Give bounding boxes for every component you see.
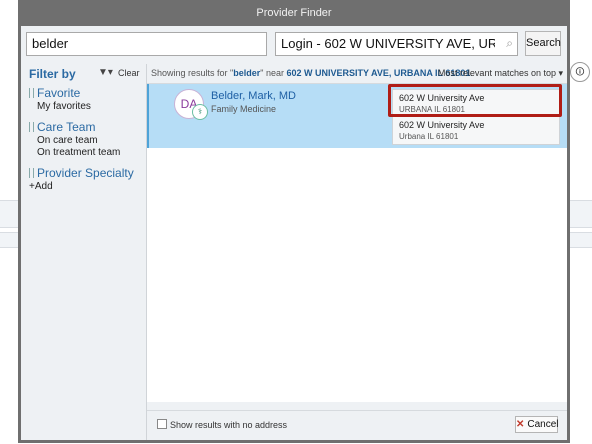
checkbox[interactable] — [157, 419, 167, 429]
grip-icon — [29, 168, 34, 178]
address-option[interactable]: 602 W University Ave Urbana IL 61801 — [393, 117, 559, 144]
filter-item-on-treatment-team[interactable]: On treatment team — [37, 147, 120, 158]
address-line1: 602 W University Ave — [399, 120, 485, 130]
search-button[interactable]: Search — [525, 31, 561, 56]
grip-icon — [29, 88, 34, 98]
results-header: Showing results for "belder" near 602 W … — [147, 64, 567, 84]
filter-item-my-favorites[interactable]: My favorites — [37, 101, 91, 112]
filter-title: Filter by — [29, 67, 76, 81]
results-summary: Showing results for "belder" near 602 W … — [151, 68, 473, 78]
filter-group-care-team: Care Team On care team On treatment team — [29, 120, 120, 158]
provider-badge-icon: ⚕ — [192, 104, 208, 120]
sort-dropdown[interactable]: Most relevant matches on top ▾ — [438, 68, 563, 79]
filter-group-provider-specialty: Provider Specialty +Add — [29, 166, 134, 192]
background-info-icon: 🛈 — [570, 62, 590, 82]
filter-group-label[interactable]: Provider Specialty — [29, 166, 134, 180]
grip-icon — [29, 122, 34, 132]
filter-group-label[interactable]: Care Team — [29, 120, 120, 134]
dialog-footer: Show results with no address ✕ Cancel — [147, 410, 567, 437]
location-search-icon[interactable]: ⌕ — [506, 36, 513, 51]
dialog-body: belder Login - 602 W UNIVERSITY AVE, URB… — [21, 26, 567, 440]
provider-search-input[interactable]: belder — [26, 32, 267, 56]
filter-item-on-care-team[interactable]: On care team — [37, 135, 120, 146]
show-no-address-option[interactable]: Show results with no address — [157, 419, 287, 430]
dialog-title: Provider Finder — [256, 7, 332, 19]
location-field[interactable]: Login - 602 W UNIVERSITY AVE, URBAN… ⌕ — [275, 32, 518, 56]
address-highlight-box — [388, 84, 562, 117]
provider-finder-dialog: Provider Finder belder Login - 602 W UNI… — [18, 0, 570, 443]
filter-header: Filter by ▼▾ Clear — [26, 64, 146, 84]
filter-group-favorite: Favorite My favorites — [29, 86, 91, 112]
result-row[interactable]: DA ⚕ Belder, Mark, MD Family Medicine 60… — [147, 84, 567, 148]
location-text: Login - 602 W UNIVERSITY AVE, URBAN… — [281, 36, 495, 51]
filter-group-label[interactable]: Favorite — [29, 86, 91, 100]
provider-specialty: Family Medicine — [211, 104, 277, 114]
address-line2: Urbana IL 61801 — [399, 132, 459, 141]
filter-pane: Filter by ▼▾ Clear Favorite My favorites… — [26, 64, 147, 440]
results-pane: Showing results for "belder" near 602 W … — [147, 64, 567, 402]
cancel-button[interactable]: ✕ Cancel — [515, 416, 559, 433]
add-specialty-button[interactable]: +Add — [29, 181, 134, 192]
provider-name[interactable]: Belder, Mark, MD — [211, 90, 296, 102]
funnel-icon[interactable]: ▼▾ — [98, 67, 113, 78]
search-row: belder Login - 602 W UNIVERSITY AVE, URB… — [21, 26, 567, 64]
clear-filters-button[interactable]: Clear — [118, 68, 140, 78]
close-icon: ✕ — [516, 419, 525, 430]
